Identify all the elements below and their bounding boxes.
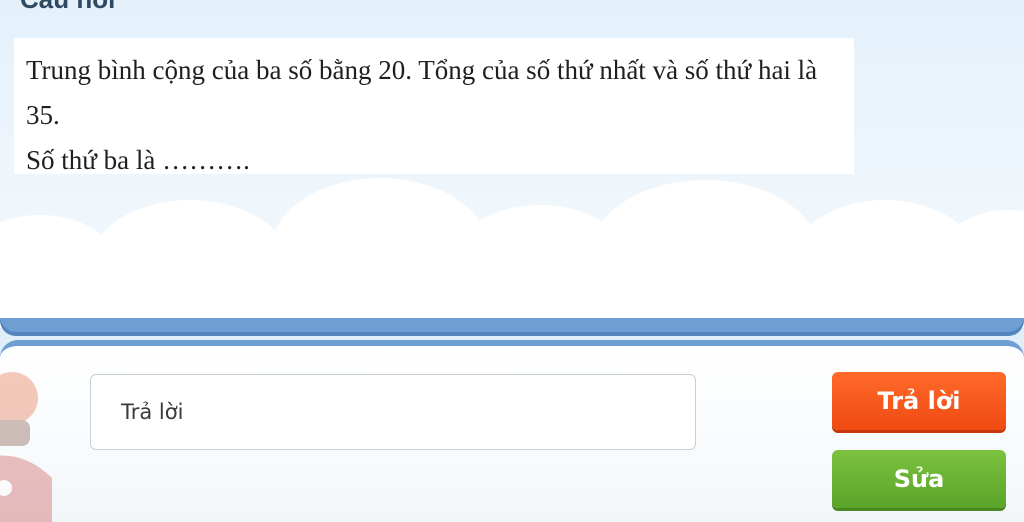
submit-answer-button[interactable]: Trả lời <box>832 372 1006 430</box>
cloud-band <box>0 250 1024 328</box>
question-text: Trung bình cộng của ba số bằng 20. Tổng … <box>26 55 818 130</box>
answer-prompt: Số thứ ba là ………. <box>26 145 250 175</box>
edit-answer-button[interactable]: Sửa <box>832 450 1006 508</box>
page-title: Câu hỏi <box>20 0 115 12</box>
question-area: Câu hỏi Trung bình cộng của ba số bằng 2… <box>0 0 1024 328</box>
mascot-icon <box>0 372 52 522</box>
panel-divider <box>0 318 1024 336</box>
answer-panel: Trả lời Sửa <box>0 340 1024 522</box>
question-box: Trung bình cộng của ba số bằng 20. Tổng … <box>14 38 854 175</box>
answer-input[interactable] <box>90 374 696 450</box>
